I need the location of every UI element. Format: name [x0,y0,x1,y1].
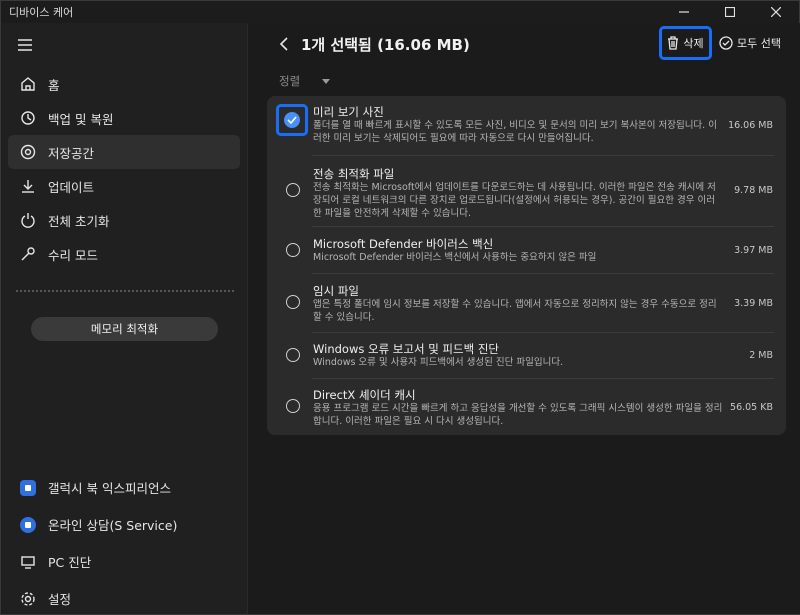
item-description: 폴더를 열 때 빠르게 표시할 수 있도록 모든 사진, 비디오 및 문서의 미… [313,120,717,144]
list-item[interactable]: 전송 최적화 파일 전송 최적화는 Microsoft에서 업데이트를 다운로드… [267,155,786,226]
item-description: 응용 프로그램 로드 시간을 빠르게 하고 응답성을 개선할 수 있도록 그래픽… [313,403,723,427]
sidebar-item-repair[interactable]: 수리 모드 [8,237,240,271]
item-name: 미리 보기 사진 [313,105,384,119]
select-all-label: 모두 선택 [737,37,781,50]
item-size: 3.39 MB [734,298,773,309]
sidebar-item-pc-diagnosis[interactable]: PC 진단 [8,543,240,580]
row-divider [312,378,774,379]
list-item[interactable]: DirectX 셰이더 캐시 응용 프로그램 로드 시간을 빠르게 하고 응답성… [267,378,786,435]
sidebar-bottom-nav: 갤럭시 북 익스피리언스 온라인 상담(S Service) PC 진단 설정 [8,469,240,615]
maximize-icon [725,7,735,17]
sidebar-item-reset[interactable]: 전체 초기화 [8,203,240,237]
reset-icon [20,212,36,228]
row-divider [312,273,774,274]
memory-optimize-button[interactable]: 메모리 최적화 [31,317,218,341]
main-content: 1개 선택됨 (16.06 MB) 삭제 모두 선택 정렬 미리 보기 사진 폴… [249,23,800,614]
sidebar-item-settings[interactable]: 설정 [8,580,240,615]
list-item[interactable]: Microsoft Defender 바이러스 백신 Microsoft Def… [267,226,786,273]
home-icon [20,76,36,92]
chevron-down-icon [322,78,331,84]
service-icon [20,516,36,533]
item-name: 임시 파일 [313,284,359,298]
item-size: 9.78 MB [734,185,773,196]
item-size: 2 MB [749,350,773,361]
app-window: 디바이스 케어 홈 백업 및 복원 저장공간 업데이트 전체 초기화 수리 모드… [0,0,800,615]
sidebar-item-online-support[interactable]: 온라인 상담(S Service) [8,506,240,543]
window-controls [661,1,799,23]
sidebar-item-label: 업데이트 [48,179,95,195]
row-divider [312,155,774,156]
page-title: 1개 선택됨 (16.06 MB) [301,36,470,54]
minimize-button[interactable] [661,1,707,23]
item-size: 16.06 MB [728,120,773,131]
sidebar-item-label: 수리 모드 [48,247,98,263]
delete-button[interactable]: 삭제 [659,26,712,60]
checkbox[interactable] [286,399,300,413]
close-button[interactable] [753,1,799,23]
list-item[interactable]: 임시 파일 앱은 특정 폴더에 임시 정보를 저장할 수 있습니다. 앱에서 자… [267,273,786,332]
hamburger-icon [18,39,32,51]
checkbox[interactable] [286,348,300,362]
item-name: Windows 오류 보고서 및 피드백 진단 [313,342,499,356]
check-circle-icon [719,36,733,50]
item-description: Windows 오류 및 사용자 피드백에서 생성된 진단 파일입니다. [313,357,564,368]
back-button[interactable] [279,36,289,55]
sidebar-item-storage[interactable]: 저장공간 [8,135,240,169]
item-size: 3.97 MB [734,245,773,256]
sidebar-item-galaxy-experience[interactable]: 갤럭시 북 익스피리언스 [8,469,240,506]
checkbox[interactable] [286,295,300,309]
download-icon [20,178,36,194]
checkbox[interactable] [286,243,300,257]
list-item[interactable]: 미리 보기 사진 폴더를 열 때 빠르게 표시할 수 있도록 모든 사진, 비디… [267,96,786,155]
sidebar-item-update[interactable]: 업데이트 [8,169,240,203]
item-description: 앱은 특정 폴더에 임시 정보를 저장할 수 있습니다. 앱에서 자동으로 정리… [313,299,717,323]
sidebar-item-backup[interactable]: 백업 및 복원 [8,101,240,135]
item-name: DirectX 셰이더 캐시 [313,388,416,402]
select-all-button[interactable]: 모두 선택 [719,35,781,51]
file-list: 미리 보기 사진 폴더를 열 때 빠르게 표시할 수 있도록 모든 사진, 비디… [267,96,786,435]
sidebar-item-label: 홈 [48,77,60,93]
settings-icon [20,591,36,607]
checkbox[interactable] [286,183,300,197]
window-title: 디바이스 케어 [9,6,74,19]
item-size: 56.05 KB [730,402,773,413]
chevron-left-icon [279,37,288,51]
checkbox-selected[interactable] [276,104,308,136]
sidebar-item-label: PC 진단 [48,555,92,570]
title-bar: 디바이스 케어 [1,1,799,23]
sidebar-item-label: 온라인 상담(S Service) [48,518,178,533]
item-name: 전송 최적화 파일 [313,167,395,181]
sidebar-item-label: 전체 초기화 [48,213,110,229]
item-name: Microsoft Defender 바이러스 백신 [313,237,494,251]
sidebar-item-label: 설정 [48,592,72,607]
maximize-button[interactable] [707,1,753,23]
sidebar-item-label: 백업 및 복원 [48,111,114,127]
minimize-icon [679,11,689,13]
item-description: Microsoft Defender 바이러스 백신에서 사용하는 중요하지 않… [313,252,597,263]
sidebar-nav: 홈 백업 및 복원 저장공간 업데이트 전체 초기화 수리 모드 [8,67,240,271]
sidebar-item-label: 갤럭시 북 익스피리언스 [48,481,171,496]
sort-label: 정렬 [279,74,301,88]
wrench-icon [20,246,36,262]
history-icon [20,110,36,126]
sort-dropdown[interactable]: 정렬 [279,73,331,89]
divider [16,290,234,292]
row-divider [312,226,774,227]
delete-label: 삭제 [683,37,704,50]
sidebar-item-label: 저장공간 [48,145,95,161]
galaxy-experience-icon [20,479,36,496]
checkmark-icon [284,112,300,128]
list-item[interactable]: Windows 오류 보고서 및 피드백 진단 Windows 오류 및 사용자… [267,332,786,378]
sidebar-item-home[interactable]: 홈 [8,67,240,101]
menu-button[interactable] [18,36,32,55]
trash-icon [668,36,679,50]
sidebar: 홈 백업 및 복원 저장공간 업데이트 전체 초기화 수리 모드 메모리 최적화… [2,23,248,614]
close-icon [771,7,781,17]
item-description: 전송 최적화는 Microsoft에서 업데이트를 다운로드하는 데 사용됩니다… [313,182,716,219]
storage-icon [20,144,36,160]
diagnosis-icon [20,554,36,570]
row-divider [312,332,774,333]
